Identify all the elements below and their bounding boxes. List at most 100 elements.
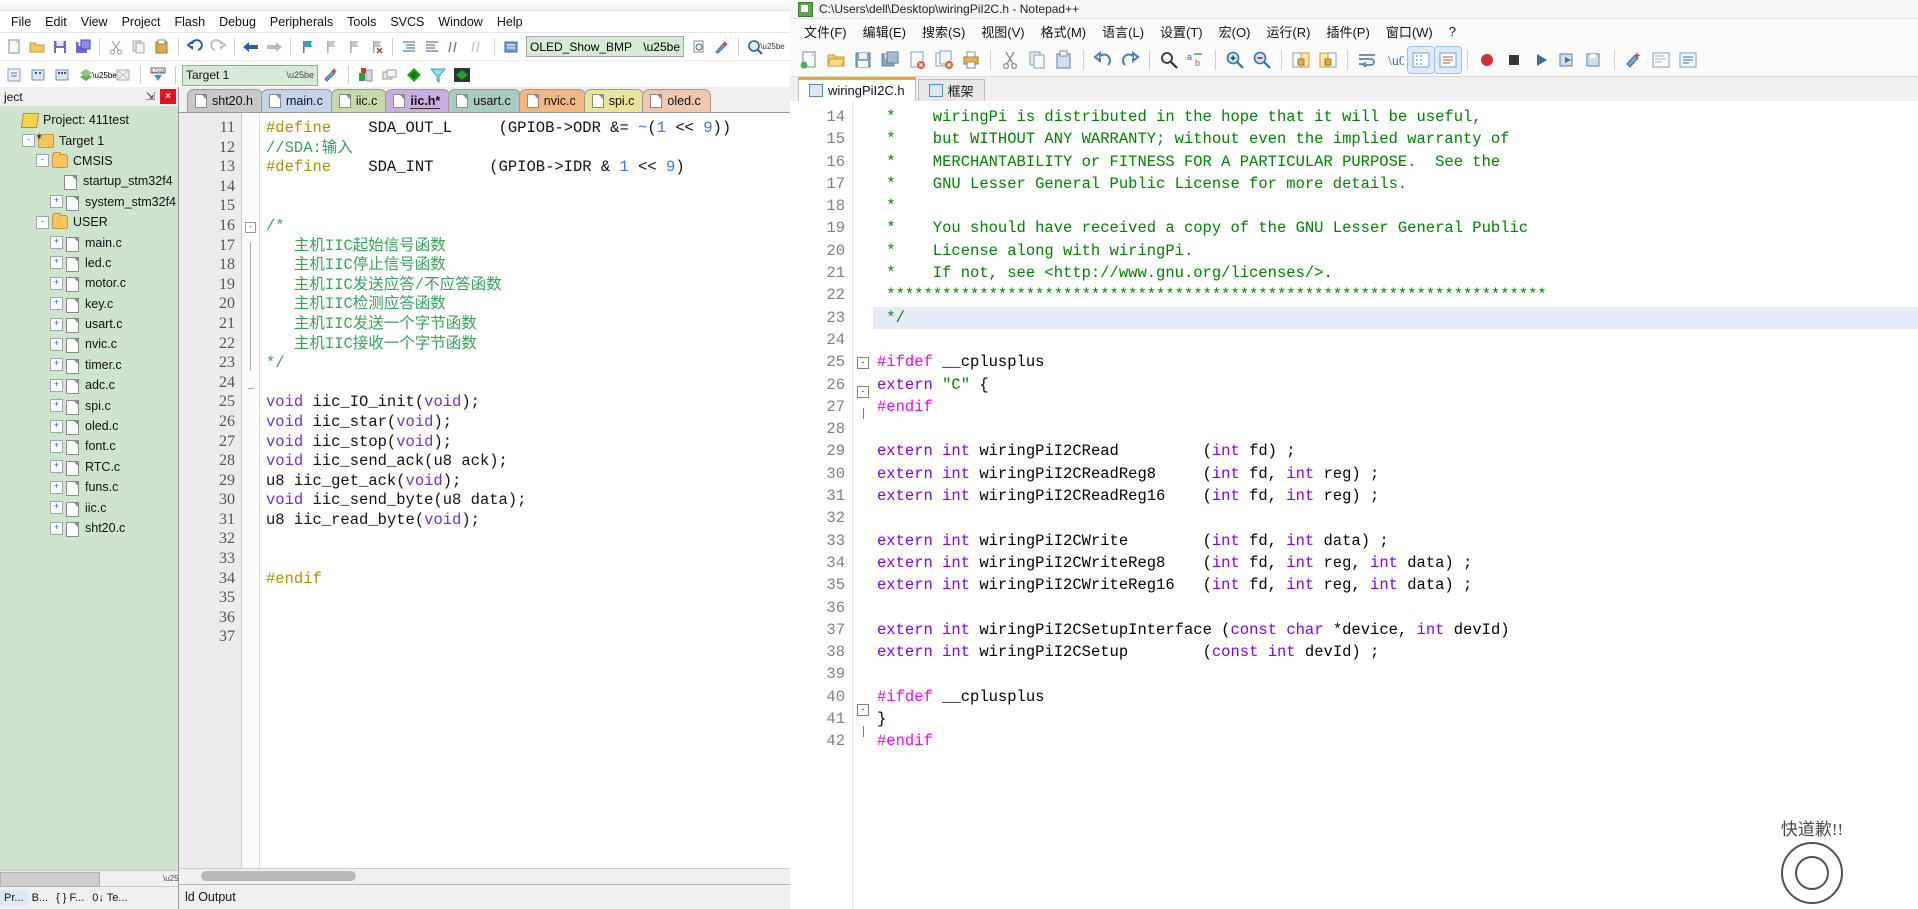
keil-menu-item-view[interactable]: View xyxy=(74,13,115,31)
npp-menu-item[interactable]: 宏(O) xyxy=(1211,19,1259,44)
fold-marker[interactable] xyxy=(853,217,873,239)
fold-marker[interactable] xyxy=(242,139,259,159)
document-map-icon[interactable] xyxy=(1648,47,1674,73)
fold-marker[interactable] xyxy=(853,195,873,217)
editor-hscrollbar[interactable] xyxy=(179,868,790,884)
tree-item[interactable]: + timer.c xyxy=(2,355,178,375)
editor-tab-iic-c[interactable]: iic.c xyxy=(330,89,388,112)
tree-item[interactable]: + funs.c xyxy=(2,477,178,497)
target-select[interactable]: Target 1 \u25be xyxy=(182,64,318,86)
editor-tab-main-c[interactable]: main.c xyxy=(261,89,333,112)
fold-marker[interactable] xyxy=(242,505,259,525)
fold-marker[interactable] xyxy=(853,430,873,452)
tree-toggle-icon[interactable]: - xyxy=(22,134,35,148)
save-macro-icon[interactable] xyxy=(1582,47,1608,73)
open-file-icon[interactable] xyxy=(26,36,48,58)
bookmark-toggle-icon[interactable] xyxy=(296,36,318,58)
fold-marker[interactable] xyxy=(242,603,259,623)
bookmark-next-icon[interactable] xyxy=(342,36,364,58)
config-wizard-icon[interactable] xyxy=(711,36,733,58)
fold-collapse-icon[interactable]: - xyxy=(857,385,869,398)
fold-marker[interactable] xyxy=(853,675,873,697)
scroll-right-icon[interactable]: \u25b6 xyxy=(163,871,187,886)
tree-toggle-icon[interactable]: + xyxy=(50,358,63,372)
fold-marker[interactable] xyxy=(853,284,873,306)
build-icon[interactable] xyxy=(27,64,49,86)
tree-item[interactable]: + oled.c xyxy=(2,416,178,436)
pack-installer-icon[interactable] xyxy=(403,64,425,86)
undo-icon[interactable] xyxy=(184,36,206,58)
fold-marker[interactable] xyxy=(242,280,259,301)
close-all-documents-icon[interactable] xyxy=(931,47,957,73)
npp-menu-item[interactable]: 运行(R) xyxy=(1258,19,1318,44)
fold-marker[interactable] xyxy=(242,241,259,262)
scrollbar-thumb[interactable] xyxy=(201,871,356,881)
fold-marker[interactable] xyxy=(242,158,259,178)
fold-marker[interactable] xyxy=(853,726,873,748)
rebuild-icon[interactable] xyxy=(51,64,73,86)
npp-tab[interactable]: wiringPiI2C.h xyxy=(798,77,916,101)
print-icon[interactable] xyxy=(958,47,984,73)
tree-toggle-icon[interactable]: + xyxy=(50,337,63,351)
editor-tab-nvic-c[interactable]: nvic.c xyxy=(518,89,586,112)
npp-menu-item[interactable]: 视图(V) xyxy=(973,19,1032,44)
tree-item[interactable]: + sht20.c xyxy=(2,518,178,538)
tree-toggle-icon[interactable]: + xyxy=(50,419,63,433)
undo-icon[interactable] xyxy=(1090,47,1116,73)
editor-tab-iic-h-[interactable]: iic.h* xyxy=(385,89,451,112)
fold-marker[interactable] xyxy=(242,300,259,320)
tree-toggle-icon[interactable]: + xyxy=(50,297,63,311)
fold-marker[interactable] xyxy=(242,261,259,281)
stop-macro-icon[interactable] xyxy=(1501,47,1527,73)
function-select[interactable]: OLED_Show_BMP \u25be xyxy=(526,36,684,57)
editor-tab-usart-c[interactable]: usart.c xyxy=(448,89,521,112)
fold-collapse-icon[interactable]: - xyxy=(857,703,869,716)
project-pane-tab[interactable]: Pr... xyxy=(0,890,28,906)
keil-menu-item-peripherals[interactable]: Peripherals xyxy=(263,13,340,31)
paste-icon[interactable] xyxy=(151,36,173,58)
keil-menu-item-flash[interactable]: Flash xyxy=(167,13,212,31)
fold-marker[interactable]: - xyxy=(853,703,873,726)
tree-item[interactable]: - CMSIS xyxy=(2,151,178,171)
project-tree[interactable]: Project: 411test-Target 1-CMSISstartup_s… xyxy=(0,106,178,870)
fold-marker[interactable] xyxy=(853,475,873,497)
notepadpp-fold-column[interactable]: - - - xyxy=(853,101,873,909)
fold-marker[interactable] xyxy=(242,119,259,139)
code-text[interactable]: #define SDA_OUT_L (GPIOB->ODR &= ~(1 << … xyxy=(260,113,790,868)
cut-icon[interactable] xyxy=(105,36,127,58)
tree-item[interactable]: + led.c xyxy=(2,253,178,273)
tree-toggle-icon[interactable]: - xyxy=(36,154,49,168)
tree-item[interactable]: Project: 411test xyxy=(2,110,178,130)
fold-marker[interactable] xyxy=(853,262,873,284)
new-file-icon[interactable] xyxy=(3,36,25,58)
paste-icon[interactable] xyxy=(1051,47,1077,73)
npp-menu-item[interactable]: 插件(P) xyxy=(1318,19,1377,44)
manage-components-icon[interactable] xyxy=(355,64,377,86)
project-pane-tab[interactable]: B... xyxy=(28,890,53,906)
fold-marker[interactable] xyxy=(242,486,259,506)
tree-toggle-icon[interactable]: + xyxy=(50,195,63,209)
tree-item[interactable]: + motor.c xyxy=(2,273,178,293)
fold-marker[interactable] xyxy=(853,519,873,541)
npp-menu-item[interactable]: 窗口(W) xyxy=(1378,19,1441,44)
save-all-icon[interactable] xyxy=(72,36,94,58)
bookmark-clear-icon[interactable] xyxy=(365,36,387,58)
tree-toggle-icon[interactable]: + xyxy=(50,256,63,270)
tree-item[interactable]: + adc.c xyxy=(2,375,178,395)
fold-marker[interactable] xyxy=(853,748,873,770)
new-document-icon[interactable] xyxy=(796,47,822,73)
project-pane-tab[interactable]: { } F... xyxy=(52,890,88,906)
back-arrow-icon[interactable] xyxy=(240,36,262,58)
fold-marker[interactable] xyxy=(242,642,259,662)
fold-marker[interactable] xyxy=(853,407,873,430)
fold-marker[interactable] xyxy=(853,173,873,195)
zoom-in-icon[interactable] xyxy=(1222,47,1248,73)
fold-marker[interactable] xyxy=(853,106,873,128)
batch-build-dropdown-icon[interactable]: \u25be xyxy=(92,64,116,86)
play-macro-icon[interactable] xyxy=(1528,47,1554,73)
uncomment-icon[interactable] xyxy=(467,36,489,58)
target-options-icon[interactable] xyxy=(320,64,342,86)
tree-toggle-icon[interactable]: + xyxy=(50,399,63,413)
scrollbar-thumb[interactable] xyxy=(0,872,100,887)
tree-item[interactable]: + spi.c xyxy=(2,395,178,415)
